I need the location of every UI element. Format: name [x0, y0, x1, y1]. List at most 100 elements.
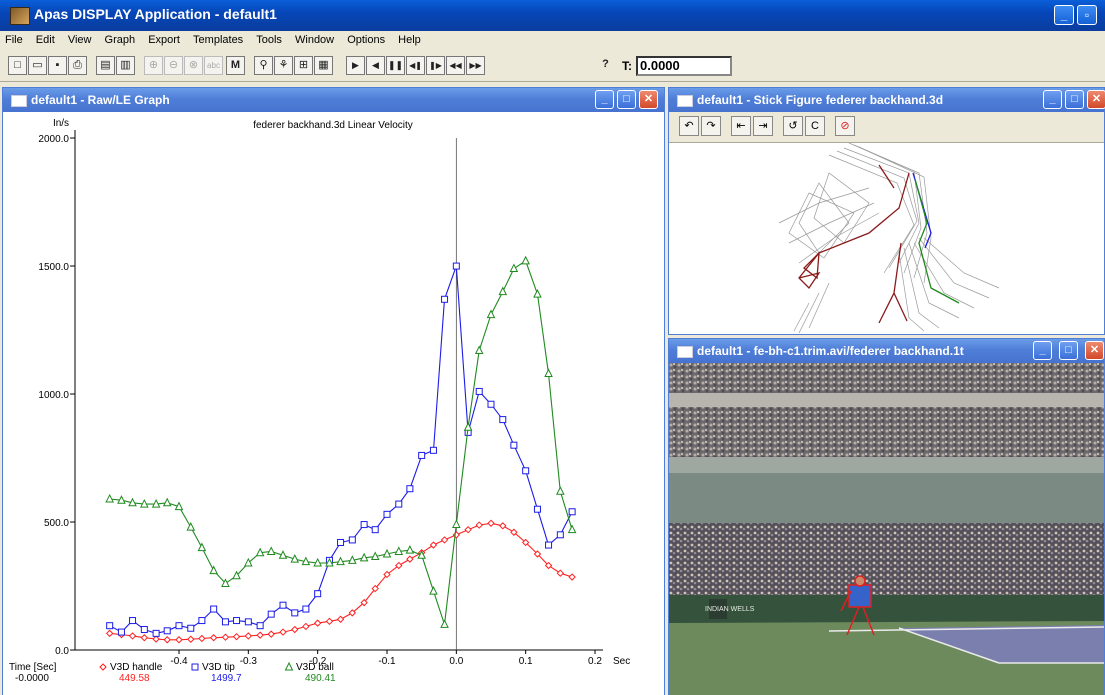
video-maximize-button[interactable]: □	[1059, 341, 1078, 360]
legend-series-name: V3D tip	[202, 662, 235, 673]
data-point	[256, 631, 264, 639]
stick-figure-canvas[interactable]	[669, 143, 1104, 334]
data-point	[314, 590, 322, 598]
y-axis-label: In/s	[53, 118, 69, 129]
velocity-chart[interactable]: 0.0500.01000.01500.02000.0-0.4 -0.3 -0.2 -0…	[3, 112, 664, 694]
x-axis-label: Sec	[613, 656, 630, 667]
print-icon[interactable]: ⎙	[68, 56, 87, 75]
play-icon[interactable]: ▶	[346, 56, 365, 75]
marker-mode-icon[interactable]: M	[226, 56, 245, 75]
new-file-icon[interactable]: □	[8, 56, 27, 75]
menu-file[interactable]: File	[0, 31, 28, 49]
legend-series-readout: 449.58	[119, 673, 150, 684]
help-cursor-icon[interactable]: ?	[596, 56, 615, 75]
data-point	[556, 486, 565, 495]
menu-options[interactable]: Options	[342, 31, 390, 49]
graph-maximize-button[interactable]: □	[617, 90, 636, 109]
stick-close-button[interactable]: ✕	[1087, 90, 1105, 109]
rotate-right-icon[interactable]: ↷	[701, 116, 721, 136]
data-point	[429, 541, 438, 549]
data-point	[117, 628, 125, 636]
menu-export[interactable]: Export	[143, 31, 185, 49]
save-icon[interactable]: ▪	[48, 56, 67, 75]
x-tick-label: 0.2	[588, 656, 602, 667]
data-point	[210, 605, 218, 613]
data-point	[325, 617, 334, 626]
menu-tools[interactable]: Tools	[251, 31, 287, 49]
menu-graph[interactable]: Graph	[100, 31, 141, 49]
menu-view[interactable]: View	[63, 31, 97, 49]
minimize-button[interactable]: _	[1054, 5, 1074, 25]
table-view-icon[interactable]: ▦	[314, 56, 333, 75]
play-back-icon[interactable]: ◀	[366, 56, 385, 75]
stick-window-title-bar[interactable]: default1 - Stick Figure federer backhand…	[669, 88, 1105, 112]
menu-templates[interactable]: Templates	[188, 31, 248, 49]
step-forward-icon[interactable]: ❚▶	[426, 56, 445, 75]
menu-help[interactable]: Help	[393, 31, 426, 49]
stop-icon[interactable]: ⊘	[835, 116, 855, 136]
data-point	[244, 618, 252, 626]
reset-view-icon[interactable]: C	[805, 116, 825, 136]
zoom-reset-icon[interactable]: ⊗	[184, 56, 203, 75]
legend-marker	[191, 663, 199, 671]
video-window-title-bar[interactable]: default1 - fe-bh-c1.trim.avi/federer bac…	[669, 339, 1104, 363]
rewind-icon[interactable]: ◀◀	[446, 56, 465, 75]
graph-window-title-bar[interactable]: default1 - Raw/LE Graph _ □ ✕	[3, 88, 664, 112]
text-annotation-icon[interactable]: abc	[204, 56, 223, 75]
save-template-icon[interactable]: ▥	[116, 56, 135, 75]
data-point	[509, 263, 519, 273]
fast-forward-icon[interactable]: ▶▶	[466, 56, 485, 75]
restore-button[interactable]: ▫	[1077, 5, 1097, 25]
pause-icon[interactable]: ❚❚	[386, 56, 405, 75]
zoom-in-icon[interactable]: ⊕	[144, 56, 163, 75]
stick-figure-window: default1 - Stick Figure federer backhand…	[668, 87, 1105, 335]
data-point	[486, 309, 496, 319]
data-point	[464, 525, 472, 534]
figure-view-icon[interactable]: ⚘	[274, 56, 293, 75]
data-point	[291, 625, 299, 634]
video-frame[interactable]: INDIAN WELLS	[669, 363, 1104, 695]
time-input[interactable]: 0.0000	[636, 56, 732, 76]
zoom-out-icon[interactable]: ⊖	[164, 56, 183, 75]
step-back-icon[interactable]: ◀❚	[406, 56, 425, 75]
menu-window[interactable]: Window	[290, 31, 339, 49]
x-tick-label: -0.1	[378, 656, 396, 667]
data-point	[474, 345, 484, 354]
graph-close-button[interactable]: ✕	[639, 90, 658, 109]
rotate-left-icon[interactable]: ↶	[679, 116, 699, 136]
data-point	[487, 519, 495, 527]
data-point	[266, 546, 276, 555]
data-point	[152, 629, 160, 637]
data-point	[475, 387, 483, 395]
orbit-icon[interactable]: ↺	[783, 116, 803, 136]
video-close-button[interactable]: ✕	[1085, 341, 1104, 360]
stick-figure-icon[interactable]: ⚲	[254, 56, 273, 75]
graph-minimize-button[interactable]: _	[595, 90, 614, 109]
x-tick-label: -0.4	[170, 656, 188, 667]
video-window-title: default1 - fe-bh-c1.trim.avi/federer bac…	[697, 344, 964, 358]
legend-time-label: Time [Sec]	[9, 662, 57, 673]
data-point	[244, 557, 253, 567]
venue-banner: INDIAN WELLS	[705, 606, 755, 613]
open-template-icon[interactable]: ▤	[96, 56, 115, 75]
graph-view-icon[interactable]: ⊞	[294, 56, 313, 75]
stick-minimize-button[interactable]: _	[1043, 90, 1062, 109]
data-point	[567, 524, 577, 534]
pan-right-icon[interactable]: ⇥	[753, 116, 773, 136]
data-point	[418, 451, 426, 459]
data-point	[568, 508, 576, 516]
data-point	[337, 538, 345, 546]
data-point	[187, 624, 195, 632]
data-point	[556, 531, 564, 539]
data-point	[221, 618, 229, 626]
stick-maximize-button[interactable]: □	[1065, 90, 1084, 109]
open-folder-icon[interactable]: ▭	[28, 56, 47, 75]
data-point	[209, 565, 218, 575]
series-line-1	[109, 265, 573, 634]
legend-series-name: V3D handle	[110, 662, 163, 673]
data-point	[302, 622, 310, 631]
app-title-bar[interactable]: Apas DISPLAY Application - default1 _ ▫	[0, 0, 1105, 31]
menu-edit[interactable]: Edit	[31, 31, 60, 49]
pan-left-icon[interactable]: ⇤	[731, 116, 751, 136]
video-minimize-button[interactable]: _	[1033, 341, 1052, 360]
